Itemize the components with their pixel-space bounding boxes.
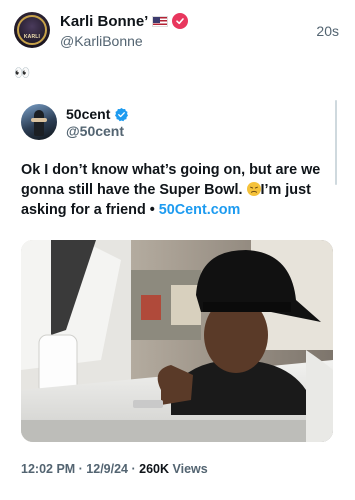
blue-verified-badge-icon[interactable]	[114, 107, 129, 122]
pink-verified-badge-icon[interactable]	[172, 13, 189, 29]
us-flag-icon	[152, 15, 169, 27]
tweet-metadata: 12:02 PM · 12/9/24 · 260K Views	[21, 462, 208, 476]
outer-avatar[interactable]: KARLI	[14, 12, 50, 48]
quote-display-name[interactable]: 50cent	[66, 106, 110, 122]
quote-tweet-text: Ok I don’t know what’s going on, but are…	[21, 160, 333, 220]
views-count: 260K	[139, 462, 170, 476]
photo-man-in-car	[21, 240, 333, 442]
outer-timestamp[interactable]: 20s	[316, 23, 339, 39]
website-link[interactable]: 50Cent.com	[159, 202, 241, 218]
outer-handle[interactable]: @KarliBonne	[60, 33, 143, 49]
outer-display-name[interactable]: Karli Bonne’	[60, 13, 148, 30]
avatar-figure	[34, 110, 44, 136]
quote-name-row: 50cent	[66, 106, 129, 122]
checkmark-icon	[176, 18, 185, 25]
views-label: Views	[169, 462, 208, 476]
tweet-datetime[interactable]: 12:02 PM · 12/9/24 ·	[21, 462, 139, 476]
outer-name-row: Karli Bonne’	[60, 12, 189, 30]
avatar-figure-arm	[31, 118, 47, 122]
persevering-face-icon	[246, 182, 261, 196]
avatar-ring	[17, 15, 47, 45]
avatar-logo-text: KARLI	[23, 34, 41, 40]
scrollbar[interactable]	[335, 100, 337, 185]
outer-tweet-header: KARLI Karli Bonne’ @KarliBonne 20s	[0, 0, 355, 60]
tweet-media-image[interactable]	[21, 240, 333, 442]
quote-handle[interactable]: @50cent	[66, 123, 124, 139]
outer-tweet-body: 👀	[14, 65, 31, 80]
quote-avatar[interactable]	[21, 104, 57, 140]
